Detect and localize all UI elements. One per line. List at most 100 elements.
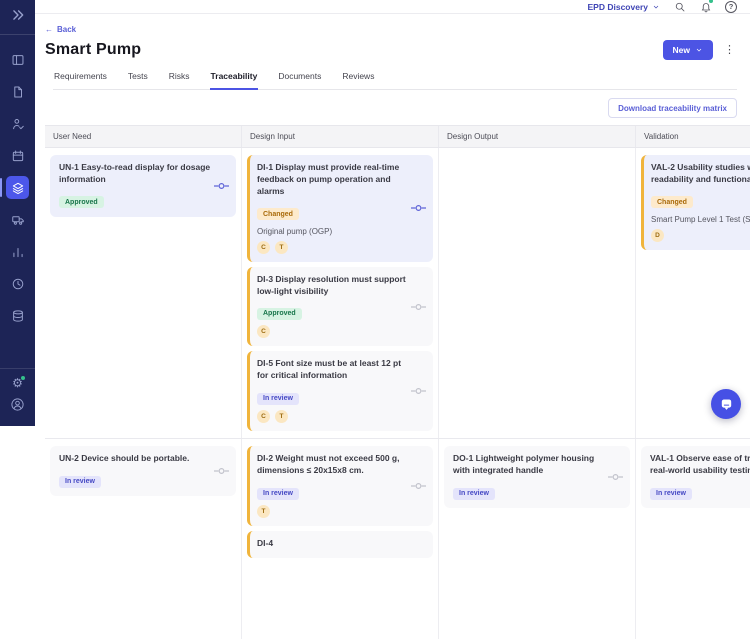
trace-link-icon[interactable] — [214, 181, 229, 190]
page-content: Download traceability matrix User Need D… — [35, 90, 750, 639]
requirement-text: DI-5 Font size must be at least 12 pt fo… — [257, 358, 411, 382]
trace-link-icon[interactable] — [214, 467, 229, 476]
account-button[interactable] — [10, 397, 25, 417]
sidebar-item-calendar[interactable] — [6, 144, 29, 167]
status-badge: In review — [59, 476, 101, 488]
origin-note: Smart Pump Level 1 Test (S — [651, 215, 750, 224]
truck-icon — [11, 213, 25, 227]
clock-icon — [11, 277, 25, 291]
tab-tests[interactable]: Tests — [127, 71, 149, 89]
workspace-switcher[interactable]: EPD Discovery — [588, 2, 660, 12]
page-header: ← Back Smart Pump New ⋮ Requirements Tes… — [35, 14, 750, 90]
trace-link-icon[interactable] — [411, 302, 426, 311]
requirement-card-val1[interactable]: VAL-1 Observe ease of transport in real-… — [641, 446, 750, 508]
sidebar-item-analytics[interactable] — [6, 240, 29, 263]
requirement-card-do1[interactable]: DO-1 Lightweight polymer housing with in… — [444, 446, 630, 508]
back-label: Back — [57, 25, 76, 34]
status-badge: Approved — [257, 308, 302, 320]
column-header-design-input: Design Input — [242, 126, 439, 147]
origin-note: Original pump (OGP) — [257, 227, 411, 236]
status-badge: In review — [257, 393, 299, 405]
document-icon — [11, 85, 25, 99]
change-flag-chip: T — [257, 505, 270, 518]
chevron-down-icon — [695, 46, 703, 54]
back-arrow-icon: ← — [45, 25, 53, 34]
sidebar-expand-button[interactable] — [6, 6, 29, 29]
requirement-text: DI-3 Display resolution must support low… — [257, 274, 411, 298]
requirement-card-di4[interactable]: DI-4 — [247, 531, 433, 558]
app-sidebar: ⚙ — [0, 0, 35, 426]
matrix-row: UN-2 Device should be portable. In revie… — [45, 439, 750, 639]
sidebar-item-user-check[interactable] — [6, 112, 29, 135]
chevron-down-icon — [652, 3, 660, 11]
requirement-card-di3[interactable]: DI-3 Display resolution must support low… — [247, 267, 433, 347]
settings-button[interactable]: ⚙ — [12, 377, 23, 389]
requirement-text: DI-4 — [257, 538, 411, 550]
sidebar-divider — [0, 34, 35, 35]
top-bar: EPD Discovery ? — [35, 0, 750, 14]
workspace-name: EPD Discovery — [588, 2, 648, 12]
requirement-text: UN-1 Easy-to-read display for dosage inf… — [59, 162, 214, 186]
requirement-text: DO-1 Lightweight polymer housing with in… — [453, 453, 608, 477]
trace-link-icon[interactable] — [608, 473, 623, 482]
requirement-text: VAL-2 Usability studies with readability… — [651, 162, 750, 186]
avatar-icon — [10, 397, 25, 412]
more-options-button[interactable]: ⋮ — [722, 45, 737, 56]
tab-traceability[interactable]: Traceability — [210, 71, 259, 90]
trace-link-icon[interactable] — [411, 387, 426, 396]
change-flag-chip: C — [257, 410, 270, 423]
requirement-card-di2[interactable]: DI-2 Weight must not exceed 500 g, dimen… — [247, 446, 433, 526]
page-title: Smart Pump — [45, 41, 141, 59]
sidebar-item-traceability[interactable] — [6, 176, 29, 199]
trace-link-icon[interactable] — [411, 482, 426, 491]
layers-icon — [11, 181, 25, 195]
sidebar-bottom: ⚙ — [0, 368, 35, 426]
sidebar-item-documents[interactable] — [6, 80, 29, 103]
requirement-card-di5[interactable]: DI-5 Font size must be at least 12 pt fo… — [247, 351, 433, 431]
requirement-card-un1[interactable]: UN-1 Easy-to-read display for dosage inf… — [50, 155, 236, 217]
cell-design-output: DO-1 Lightweight polymer housing with in… — [439, 439, 636, 639]
chat-bubble-icon — [719, 397, 734, 412]
requirement-card-di1[interactable]: DI-1 Display must provide real-time feed… — [247, 155, 433, 262]
cell-design-output-empty — [439, 148, 636, 438]
column-header-design-output: Design Output — [439, 126, 636, 147]
column-header-validation: Validation — [636, 126, 750, 147]
chat-launcher-button[interactable] — [711, 389, 741, 419]
tab-risks[interactable]: Risks — [168, 71, 191, 89]
tab-documents[interactable]: Documents — [277, 71, 322, 89]
change-flag-chip: C — [257, 241, 270, 254]
requirement-card-val2[interactable]: VAL-2 Usability studies with readability… — [641, 155, 750, 250]
sidebar-item-truck[interactable] — [6, 208, 29, 231]
cell-user-need: UN-1 Easy-to-read display for dosage inf… — [45, 148, 242, 438]
status-badge: In review — [453, 488, 495, 500]
column-header-user-need: User Need — [45, 126, 242, 147]
change-flag-chip: C — [257, 325, 270, 338]
sidebar-item-panel[interactable] — [6, 48, 29, 71]
notification-dot — [709, 0, 713, 3]
new-button-label: New — [673, 45, 690, 55]
sidebar-item-database[interactable] — [6, 304, 29, 327]
download-traceability-matrix-button[interactable]: Download traceability matrix — [608, 98, 737, 118]
requirement-text: UN-2 Device should be portable. — [59, 453, 214, 465]
new-button[interactable]: New — [663, 40, 713, 60]
requirement-text: DI-1 Display must provide real-time feed… — [257, 162, 411, 198]
calendar-icon — [11, 149, 25, 163]
settings-notification-dot — [21, 376, 25, 380]
change-flag-chip: T — [275, 410, 288, 423]
notifications-button[interactable] — [699, 0, 712, 13]
tab-reviews[interactable]: Reviews — [341, 71, 375, 89]
panel-icon — [11, 53, 25, 67]
help-button[interactable]: ? — [725, 1, 737, 13]
user-check-icon — [11, 117, 25, 131]
search-button[interactable] — [673, 0, 686, 13]
back-link[interactable]: ← Back — [45, 25, 76, 34]
cell-validation: VAL-1 Observe ease of transport in real-… — [636, 439, 750, 639]
tab-bar: Requirements Tests Risks Traceability Do… — [53, 71, 737, 90]
search-icon — [674, 1, 686, 13]
trace-link-icon[interactable] — [411, 204, 426, 213]
requirement-text: VAL-1 Observe ease of transport in real-… — [650, 453, 750, 477]
sidebar-item-history[interactable] — [6, 272, 29, 295]
question-mark-icon: ? — [729, 2, 734, 11]
tab-requirements[interactable]: Requirements — [53, 71, 108, 89]
requirement-card-un2[interactable]: UN-2 Device should be portable. In revie… — [50, 446, 236, 496]
